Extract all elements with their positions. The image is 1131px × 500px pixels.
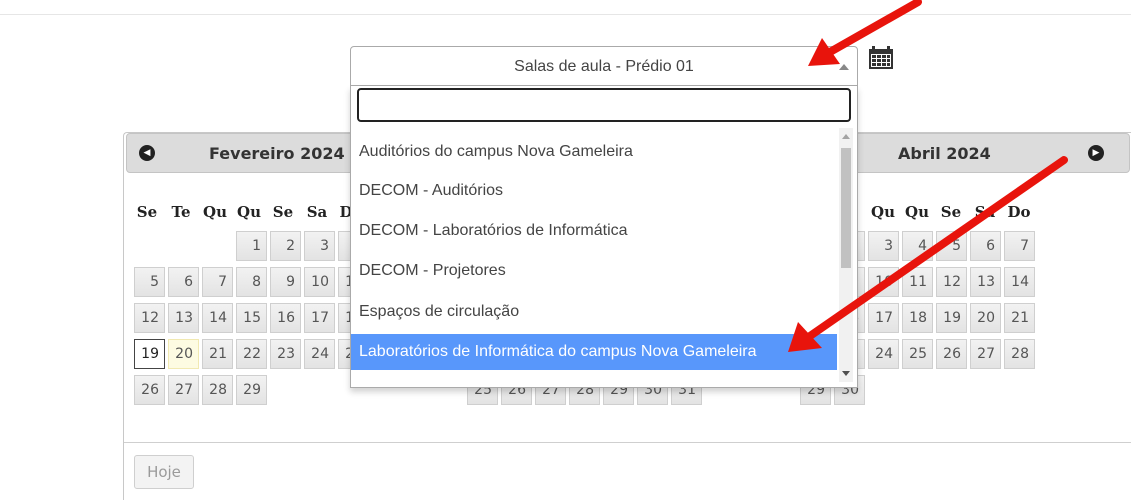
- month-title-april: Abril 2024: [898, 144, 991, 163]
- day-cell[interactable]: 7: [202, 267, 233, 297]
- dropdown-scrollbar[interactable]: [839, 128, 853, 382]
- day-cell[interactable]: 14: [1004, 267, 1035, 297]
- today-button[interactable]: Hoje: [134, 455, 194, 489]
- day-cell[interactable]: 9: [270, 267, 301, 297]
- day-cell[interactable]: 26: [134, 375, 165, 405]
- weekday-label: Qu: [905, 203, 929, 221]
- day-cell[interactable]: 21: [202, 339, 233, 369]
- day-cell[interactable]: 13: [970, 267, 1001, 297]
- day-cell[interactable]: 23: [270, 339, 301, 369]
- scrollbar-thumb[interactable]: [841, 148, 851, 268]
- day-cell[interactable]: 15: [236, 303, 267, 333]
- day-cell[interactable]: 8: [236, 267, 267, 297]
- day-cell[interactable]: 12: [936, 267, 967, 297]
- day-cell[interactable]: 19: [134, 339, 165, 369]
- day-cell[interactable]: 6: [970, 231, 1001, 261]
- weekday-label: Sa: [306, 203, 328, 221]
- day-cell[interactable]: 24: [868, 339, 899, 369]
- day-cell[interactable]: 20: [970, 303, 1001, 333]
- calendar-icon[interactable]: [868, 44, 894, 70]
- day-cell[interactable]: 25: [902, 339, 933, 369]
- dropdown-option[interactable]: DECOM - Laboratórios de Informática: [351, 215, 837, 247]
- dropdown-option[interactable]: DECOM - Projetores: [351, 255, 837, 287]
- top-divider: [0, 14, 1131, 15]
- scroll-down-icon[interactable]: [842, 371, 850, 376]
- weekday-label: Do: [1007, 203, 1031, 221]
- day-cell[interactable]: 13: [168, 303, 199, 333]
- weekday-label: Qu: [237, 203, 261, 221]
- dropdown-option[interactable]: DECOM - Auditórios: [351, 175, 837, 207]
- day-cell[interactable]: 5: [134, 267, 165, 297]
- dropdown-option[interactable]: Auditórios do campus Nova Gameleira: [351, 136, 837, 168]
- day-cell[interactable]: 2: [270, 231, 301, 261]
- day-cell[interactable]: 24: [304, 339, 335, 369]
- calendar-footer-divider: [124, 442, 1131, 443]
- dropdown-search-input[interactable]: [357, 88, 851, 122]
- day-cell[interactable]: 11: [902, 267, 933, 297]
- day-cell[interactable]: 6: [168, 267, 199, 297]
- day-cell[interactable]: 27: [970, 339, 1001, 369]
- weekday-label: Se: [136, 203, 158, 221]
- day-cell[interactable]: 10: [868, 267, 899, 297]
- dropdown-option[interactable]: Laboratórios de Informática do campus No…: [351, 334, 837, 370]
- weekday-label: Qu: [871, 203, 895, 221]
- weekday-label: Sa: [974, 203, 996, 221]
- room-select-dropdown: Auditórios do campus Nova Gameleira DECOM…: [350, 86, 858, 388]
- weekday-label: Se: [272, 203, 294, 221]
- day-cell[interactable]: 3: [304, 231, 335, 261]
- day-cell[interactable]: 12: [134, 303, 165, 333]
- scroll-up-icon[interactable]: [842, 134, 850, 139]
- weekday-label: Se: [940, 203, 962, 221]
- day-cell[interactable]: 22: [236, 339, 267, 369]
- day-cell[interactable]: 19: [936, 303, 967, 333]
- weekday-label: Te: [171, 203, 191, 221]
- day-cell[interactable]: 20: [168, 339, 199, 369]
- chevron-left-icon[interactable]: ◀: [139, 145, 155, 161]
- chevron-up-icon: [839, 64, 849, 70]
- day-cell[interactable]: 1: [236, 231, 267, 261]
- day-cell[interactable]: 18: [902, 303, 933, 333]
- day-cell[interactable]: 28: [202, 375, 233, 405]
- room-select-value: Salas de aula - Prédio 01: [514, 58, 694, 75]
- day-cell[interactable]: 4: [902, 231, 933, 261]
- day-cell[interactable]: 14: [202, 303, 233, 333]
- weekday-label: Qu: [203, 203, 227, 221]
- day-cell[interactable]: 21: [1004, 303, 1035, 333]
- day-cell[interactable]: 5: [936, 231, 967, 261]
- day-cell[interactable]: 27: [168, 375, 199, 405]
- day-cell[interactable]: 26: [936, 339, 967, 369]
- day-cell[interactable]: 17: [868, 303, 899, 333]
- option-list: Auditórios do campus Nova Gameleira DECOM…: [351, 128, 837, 384]
- day-cell[interactable]: 16: [270, 303, 301, 333]
- room-select[interactable]: Salas de aula - Prédio 01: [350, 46, 858, 86]
- day-cell[interactable]: 3: [868, 231, 899, 261]
- month-title-february: Fevereiro 2024: [209, 144, 345, 163]
- dropdown-option[interactable]: Espaços de circulação: [351, 296, 837, 328]
- day-cell[interactable]: 10: [304, 267, 335, 297]
- day-cell[interactable]: 17: [304, 303, 335, 333]
- day-cell[interactable]: 28: [1004, 339, 1035, 369]
- chevron-right-icon[interactable]: ▶: [1088, 145, 1104, 161]
- day-cell[interactable]: 29: [236, 375, 267, 405]
- day-cell[interactable]: 7: [1004, 231, 1035, 261]
